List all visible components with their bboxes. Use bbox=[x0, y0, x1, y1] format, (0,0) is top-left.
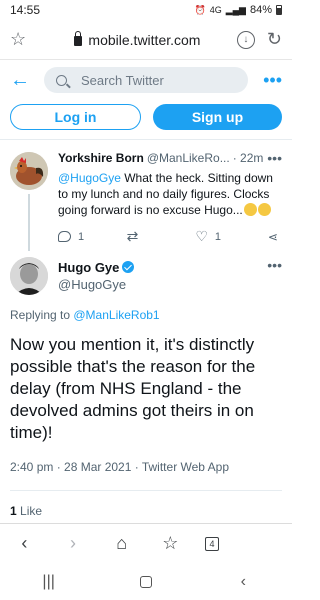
bookmarks-star-icon[interactable]: ☆ bbox=[156, 533, 184, 554]
back-icon[interactable]: ‹ bbox=[10, 533, 38, 554]
laughing-emoji-icon bbox=[243, 203, 257, 216]
thread-connector-line bbox=[28, 194, 30, 251]
retweet-button[interactable]: ⇄ bbox=[127, 228, 167, 245]
retweet-icon: ⇄ bbox=[126, 228, 139, 244]
lock-icon bbox=[74, 31, 83, 46]
share-button[interactable]: ⋖ bbox=[264, 230, 278, 244]
bookmark-star-icon[interactable]: ☆ bbox=[10, 29, 38, 50]
reply-icon bbox=[58, 231, 71, 242]
mention-link[interactable]: @HugoGye bbox=[58, 171, 121, 185]
battery-percent: 84% bbox=[249, 4, 272, 16]
author-handle[interactable]: @ManLikeRo... bbox=[147, 151, 230, 165]
author-name-row[interactable]: Hugo Gye bbox=[58, 259, 135, 276]
parent-tweet[interactable]: Yorkshire Born @ManLikeRo... · 22m ••• @… bbox=[0, 140, 292, 251]
reply-button[interactable]: 1 bbox=[58, 231, 98, 243]
network-type: 4G bbox=[209, 5, 222, 15]
status-icons: ⏰ 4G ▂▄▆ 84% bbox=[194, 4, 282, 16]
likes-label: Like bbox=[16, 504, 43, 518]
verified-badge-icon bbox=[122, 261, 135, 273]
tweet-text: @HugoGye What the heck. Sitting down to … bbox=[58, 170, 282, 218]
tweet-text: Now you mention it, it's distinctly poss… bbox=[10, 335, 256, 442]
address-field[interactable]: mobile.twitter.com bbox=[38, 31, 237, 48]
tweet-actions: 1 ⇄ ♡ 1 ⋖ bbox=[58, 228, 282, 245]
focus-tweet: Hugo Gye @HugoGye ••• Replying to @ManLi… bbox=[0, 245, 292, 532]
avatar[interactable] bbox=[10, 152, 48, 190]
like-count: 1 bbox=[214, 230, 221, 243]
url-text: mobile.twitter.com bbox=[88, 31, 201, 48]
recent-apps-icon[interactable]: ||| bbox=[34, 573, 64, 591]
system-back-icon[interactable]: ‹ bbox=[228, 573, 258, 591]
likes-count: 1 bbox=[10, 504, 17, 518]
heart-icon: ♡ bbox=[195, 228, 208, 244]
tweet-timestamp[interactable]: 2:40 pm · 28 Mar 2021 · Twitter Web App bbox=[10, 460, 282, 491]
tab-count: 4 bbox=[204, 536, 219, 551]
home-button-icon[interactable] bbox=[131, 575, 161, 588]
forward-icon[interactable]: › bbox=[59, 533, 87, 554]
reply-count: 1 bbox=[78, 230, 85, 243]
browser-toolbar: ‹ › ⌂ ☆ 4 bbox=[0, 523, 292, 563]
profile-photo-image bbox=[10, 257, 48, 295]
replying-to-link[interactable]: @ManLikeRob1 bbox=[73, 308, 159, 322]
replying-prefix: Replying to bbox=[10, 308, 74, 322]
tweet-more-icon[interactable]: ••• bbox=[267, 150, 282, 166]
signup-button[interactable]: Sign up bbox=[153, 104, 282, 130]
avatar[interactable] bbox=[10, 257, 48, 295]
login-button[interactable]: Log in bbox=[10, 104, 141, 130]
twitter-header: ← ••• bbox=[0, 60, 292, 100]
search-bar[interactable] bbox=[44, 67, 248, 93]
author-handle[interactable]: @HugoGye bbox=[58, 276, 134, 293]
battery-icon bbox=[276, 5, 282, 15]
tabs-button[interactable]: 4 bbox=[204, 536, 233, 551]
search-icon bbox=[56, 74, 67, 86]
share-icon: ⋖ bbox=[267, 229, 278, 244]
home-icon[interactable]: ⌂ bbox=[108, 533, 136, 554]
author-name: Hugo Gye bbox=[58, 260, 120, 275]
like-button[interactable]: ♡ 1 bbox=[195, 228, 235, 245]
tweet-more-icon[interactable]: ••• bbox=[267, 257, 282, 273]
clock: 14:55 bbox=[10, 3, 41, 17]
search-input[interactable] bbox=[81, 72, 201, 88]
signal-icon: ▂▄▆ bbox=[225, 4, 246, 15]
auth-buttons: Log in Sign up bbox=[0, 100, 292, 140]
system-nav-bar: ||| ‹ bbox=[0, 563, 292, 600]
author-name[interactable]: Yorkshire Born bbox=[58, 151, 144, 165]
browser-url-bar: ☆ mobile.twitter.com ↓ ↻ bbox=[0, 20, 292, 60]
status-bar: 14:55 ⏰ 4G ▂▄▆ 84% bbox=[0, 0, 292, 20]
download-icon[interactable]: ↓ bbox=[236, 30, 255, 49]
laughing-emoji-icon bbox=[257, 203, 271, 216]
back-arrow-icon[interactable]: ← bbox=[10, 69, 30, 92]
reload-icon[interactable]: ↻ bbox=[267, 29, 282, 50]
tweet-time[interactable]: · 22m bbox=[233, 151, 264, 165]
rooster-avatar-image bbox=[10, 152, 48, 190]
more-options-icon[interactable]: ••• bbox=[262, 70, 282, 91]
replying-to: Replying to @ManLikeRob1 bbox=[10, 308, 282, 322]
alarm-icon: ⏰ bbox=[194, 4, 206, 15]
